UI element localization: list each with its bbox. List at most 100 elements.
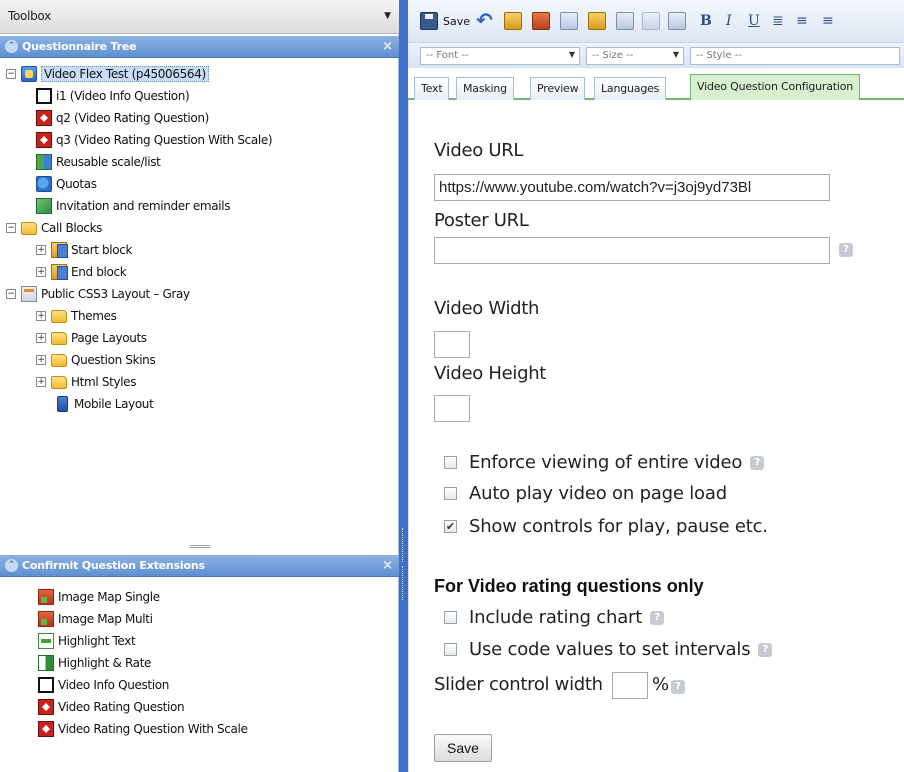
tree-item-end-block[interactable]: + End block xyxy=(36,262,127,282)
help-icon[interactable]: ? xyxy=(671,680,685,694)
help-icon[interactable]: ? xyxy=(750,455,765,470)
tab-preview[interactable]: Preview xyxy=(530,77,586,100)
tree-item-emails[interactable]: Invitation and reminder emails xyxy=(36,196,230,216)
auto-play-option[interactable]: Auto play video on page load xyxy=(444,483,727,504)
collapse-node-icon[interactable]: − xyxy=(6,69,16,79)
auto-play-checkbox[interactable] xyxy=(444,487,457,500)
expand-node-icon[interactable]: + xyxy=(36,377,46,387)
tree-item-label: i1 (Video Info Question) xyxy=(56,89,190,103)
expand-node-icon[interactable]: + xyxy=(36,245,46,255)
dropdown-arrow-icon[interactable]: ▼ xyxy=(384,11,391,21)
close-icon[interactable]: × xyxy=(382,39,393,54)
include-rating-chart-option[interactable]: Include rating chart ? xyxy=(444,607,665,628)
splitter-grip[interactable] xyxy=(402,566,405,600)
questionnaire-tree-header[interactable]: ⌃ Questionnaire Tree × xyxy=(0,36,399,58)
collapse-node-icon[interactable]: − xyxy=(6,223,16,233)
tab-video-question-configuration[interactable]: Video Question Configuration xyxy=(690,74,861,100)
save-icon[interactable] xyxy=(420,12,438,30)
toolbar-save-label[interactable]: Save xyxy=(443,15,470,28)
underline-icon[interactable]: U xyxy=(748,13,760,29)
toolbox-title: Toolbox xyxy=(8,9,51,23)
extension-item[interactable]: Highlight Text xyxy=(38,631,136,651)
tree-item-themes[interactable]: + Themes xyxy=(36,306,117,326)
tree-item-q3[interactable]: q3 (Video Rating Question With Scale) xyxy=(36,130,273,150)
bold-icon[interactable]: B xyxy=(700,13,712,29)
tree-item-mobile-layout[interactable]: Mobile Layout xyxy=(54,394,154,414)
paste-icon[interactable] xyxy=(642,12,660,30)
enforce-viewing-checkbox[interactable] xyxy=(444,456,457,469)
close-icon[interactable]: × xyxy=(382,558,393,573)
video-rating-icon xyxy=(38,721,54,737)
folder-icon xyxy=(51,353,67,367)
tree-item-label: Mobile Layout xyxy=(74,397,154,411)
align-right-icon[interactable]: ≡ xyxy=(822,13,834,29)
insert-table-icon[interactable] xyxy=(504,12,522,30)
tree-item-page-layouts[interactable]: + Page Layouts xyxy=(36,328,147,348)
expand-node-icon[interactable]: + xyxy=(36,311,46,321)
tree-item-call-blocks[interactable]: − Call Blocks xyxy=(6,218,102,238)
style-select[interactable]: -- Style -- xyxy=(690,47,900,65)
tree-item-i1[interactable]: i1 (Video Info Question) xyxy=(36,86,190,106)
expand-node-icon[interactable]: + xyxy=(36,355,46,365)
tree-item-quotas[interactable]: Quotas xyxy=(36,174,97,194)
extension-item[interactable]: Image Map Multi xyxy=(38,609,153,629)
expand-node-icon[interactable]: + xyxy=(36,333,46,343)
tab-text[interactable]: Text xyxy=(414,77,450,100)
block-icon xyxy=(51,264,68,280)
vertical-splitter[interactable] xyxy=(399,0,408,772)
slider-width-input[interactable] xyxy=(612,672,648,699)
tab-masking[interactable]: Masking xyxy=(456,77,514,100)
show-controls-option[interactable]: ✔ Show controls for play, pause etc. xyxy=(444,516,768,537)
save-button[interactable]: Save xyxy=(434,734,492,762)
help-icon[interactable]: ? xyxy=(758,642,773,657)
expand-node-icon[interactable]: + xyxy=(36,267,46,277)
extension-item[interactable]: Highlight & Rate xyxy=(38,653,151,673)
font-select[interactable]: -- Font -- ▼ xyxy=(420,47,580,65)
align-center-icon[interactable]: ≡ xyxy=(796,13,808,29)
document-icon[interactable] xyxy=(616,12,634,30)
paint-icon[interactable] xyxy=(532,12,550,30)
video-url-input[interactable]: https://www.youtube.com/watch?v=j3oj9yd7… xyxy=(434,174,830,201)
italic-icon[interactable]: I xyxy=(726,13,732,29)
extension-item[interactable]: Video Info Question xyxy=(38,675,169,695)
enforce-viewing-option[interactable]: Enforce viewing of entire video ? xyxy=(444,452,765,473)
tree-item-survey[interactable]: − Video Flex Test (p45006564) xyxy=(6,64,209,84)
collapse-icon[interactable]: ⌃ xyxy=(5,559,18,572)
collapse-node-icon[interactable]: − xyxy=(6,289,16,299)
tree-item-layout[interactable]: − Public CSS3 Layout – Gray xyxy=(6,284,190,304)
toolbox-bar[interactable]: Toolbox ▼ xyxy=(0,0,399,34)
video-width-input[interactable] xyxy=(434,331,470,358)
poster-url-input[interactable] xyxy=(434,237,830,264)
size-select[interactable]: -- Size -- ▼ xyxy=(586,47,684,65)
tree-item-q2[interactable]: q2 (Video Rating Question) xyxy=(36,108,209,128)
poster-url-label: Poster URL xyxy=(434,210,529,231)
insert-image-icon[interactable] xyxy=(588,12,606,30)
tree-item-reusable-scale[interactable]: Reusable scale/list xyxy=(36,152,161,172)
tab-languages[interactable]: Languages xyxy=(594,77,667,100)
video-height-input[interactable] xyxy=(434,395,470,422)
tree-item-html-styles[interactable]: + Html Styles xyxy=(36,372,136,392)
extension-item[interactable]: Video Rating Question With Scale xyxy=(38,719,248,739)
collapse-icon[interactable]: ⌃ xyxy=(5,40,18,53)
panel-resize-handle[interactable] xyxy=(190,545,210,548)
tab-bar: Text Masking Preview Languages Video Que… xyxy=(408,70,904,100)
tree-item-label: q2 (Video Rating Question) xyxy=(56,111,209,125)
code-values-checkbox[interactable] xyxy=(444,643,457,656)
mobile-icon xyxy=(57,396,68,412)
extension-item[interactable]: Video Rating Question xyxy=(38,697,185,717)
extension-item[interactable]: Image Map Single xyxy=(38,587,160,607)
spellcheck-icon[interactable] xyxy=(560,12,578,30)
undo-icon[interactable]: ↶ xyxy=(476,8,496,32)
show-controls-checkbox[interactable]: ✔ xyxy=(444,520,457,533)
code-values-option[interactable]: Use code values to set intervals ? xyxy=(444,639,773,660)
image-map-icon xyxy=(38,589,54,605)
help-icon[interactable]: ? xyxy=(650,610,665,625)
tree-item-start-block[interactable]: + Start block xyxy=(36,240,132,260)
splitter-grip[interactable] xyxy=(402,528,405,562)
align-left-icon[interactable]: ≣ xyxy=(772,13,784,29)
tree-item-question-skins[interactable]: + Question Skins xyxy=(36,350,156,370)
paste-word-icon[interactable] xyxy=(668,12,686,30)
help-icon[interactable]: ? xyxy=(839,243,853,257)
extensions-header[interactable]: ⌃ Confirmit Question Extensions × xyxy=(0,555,399,577)
include-rating-chart-checkbox[interactable] xyxy=(444,611,457,624)
